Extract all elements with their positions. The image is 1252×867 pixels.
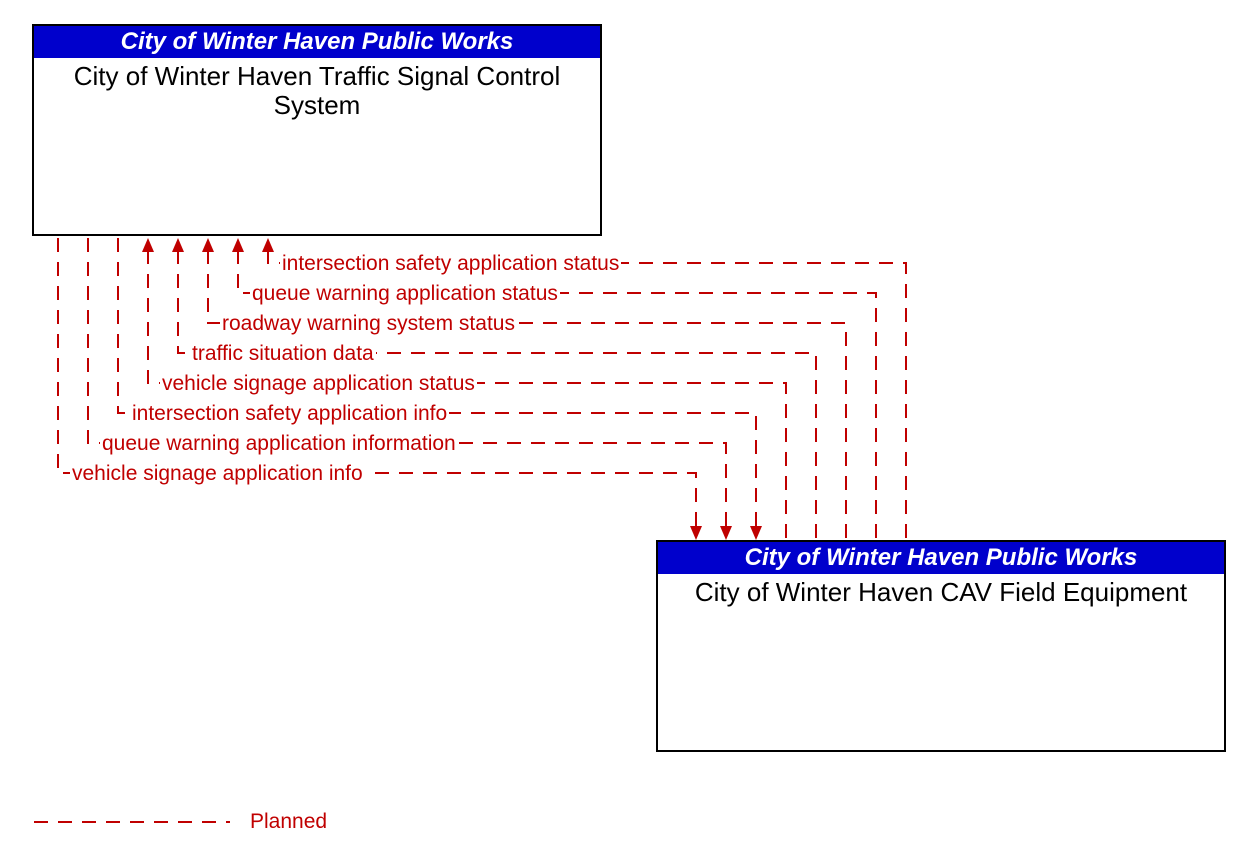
flow-label-vehicle-signage-status: vehicle signage application status — [160, 372, 477, 396]
entity-traffic-signal: City of Winter Haven Public Works City o… — [32, 24, 602, 236]
entity-cav-field-name: City of Winter Haven CAV Field Equipment — [658, 574, 1224, 611]
entity-cav-field: City of Winter Haven Public Works City o… — [656, 540, 1226, 752]
flow-label-queue-warning-info: queue warning application information — [100, 432, 458, 456]
flow-label-intersection-safety-status: intersection safety application status — [280, 252, 621, 276]
legend-planned: Planned — [250, 810, 327, 834]
flow-label-queue-warning-status: queue warning application status — [250, 282, 560, 306]
entity-traffic-signal-owner: City of Winter Haven Public Works — [34, 26, 600, 58]
flow-label-traffic-situation-data: traffic situation data — [190, 342, 376, 366]
flow-label-roadway-warning-status: roadway warning system status — [220, 312, 517, 336]
flow-label-intersection-safety-info: intersection safety application info — [130, 402, 449, 426]
flow-label-vehicle-signage-info: vehicle signage application info — [70, 462, 365, 486]
entity-traffic-signal-name: City of Winter Haven Traffic Signal Cont… — [34, 58, 600, 123]
entity-cav-field-owner: City of Winter Haven Public Works — [658, 542, 1224, 574]
